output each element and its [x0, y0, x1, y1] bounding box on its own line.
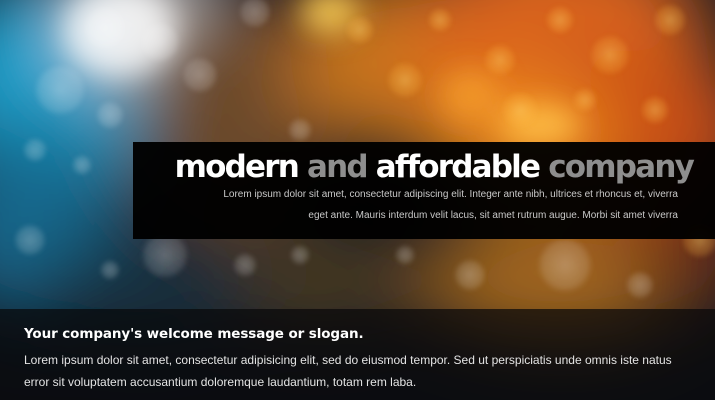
- hero: modern and affordable company Lorem ipsu…: [0, 0, 715, 400]
- tagline-banner: modern and affordable company Lorem ipsu…: [133, 142, 715, 239]
- headline-word-modern: modern: [174, 149, 300, 185]
- welcome-body: Lorem ipsum dolor sit amet, consectetur …: [24, 353, 672, 389]
- headline: modern and affordable company: [163, 147, 695, 187]
- headline-word-and: and: [307, 149, 369, 185]
- headline-word-company: company: [548, 149, 695, 185]
- welcome-title: Your company's welcome message or slogan…: [24, 326, 364, 342]
- banner-description: Lorem ipsum dolor sit amet, consectetur …: [223, 189, 678, 221]
- headline-word-affordable: affordable: [375, 149, 541, 185]
- welcome-section: Your company's welcome message or slogan…: [0, 309, 715, 400]
